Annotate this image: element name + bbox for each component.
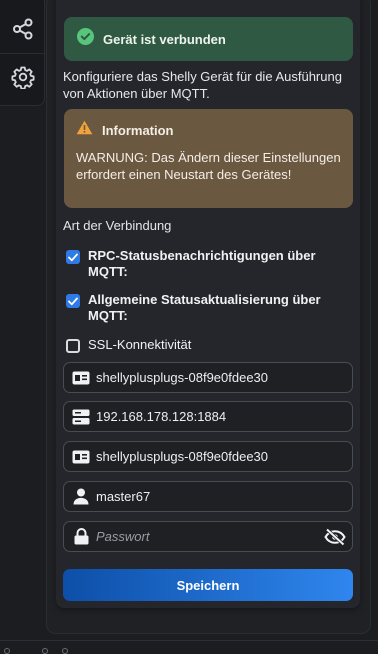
share-button[interactable]	[0, 9, 45, 53]
status-message: Gerät ist verbunden	[103, 31, 226, 47]
client-id-field[interactable]: shellyplusplugs-08f9e0fdee30	[63, 362, 353, 393]
share-icon	[12, 18, 34, 45]
connection-type-label: Art der Verbindung	[63, 218, 172, 233]
server-value: 192.168.178.128:1884	[96, 409, 227, 424]
rpc-status-checkbox[interactable]	[66, 250, 80, 264]
server-field[interactable]: 192.168.178.128:1884	[63, 401, 353, 432]
id-card-icon	[71, 368, 91, 388]
rail-divider	[0, 53, 45, 54]
side-rail	[0, 0, 45, 106]
topic-prefix-field[interactable]: shellyplusplugs-08f9e0fdee30	[63, 441, 353, 472]
general-status-option[interactable]: Allgemeine Statusaktualisierung über MQT…	[66, 292, 338, 324]
server-icon	[71, 407, 91, 427]
rpc-status-option[interactable]: RPC-Statusbenachrichtigungen über MQTT:	[66, 248, 338, 280]
ssl-label: SSL-Konnektivität	[88, 337, 192, 352]
lock-icon	[71, 527, 91, 547]
eye-slash-icon[interactable]	[324, 527, 346, 547]
user-field[interactable]: master67	[63, 481, 353, 512]
save-button[interactable]: Speichern	[63, 569, 353, 601]
info-body: WARNUNG: Das Ändern dieser Einstellungen…	[76, 150, 341, 182]
user-value: master67	[96, 489, 151, 504]
status-banner: Gerät ist verbunden	[64, 17, 353, 61]
settings-button[interactable]	[0, 57, 45, 101]
gear-icon	[11, 65, 35, 94]
partial-icon	[62, 648, 68, 654]
client-id-value: shellyplusplugs-08f9e0fdee30	[96, 370, 269, 385]
general-status-label: Allgemeine Statusaktualisierung über MQT…	[88, 292, 321, 323]
password-input[interactable]	[96, 529, 316, 544]
general-status-checkbox[interactable]	[66, 294, 80, 308]
bottom-toolbar-fragment	[0, 646, 378, 654]
info-banner: Information WARNUNG: Das Ändern dieser E…	[64, 109, 353, 208]
user-icon	[71, 487, 91, 507]
info-title: Information	[102, 122, 174, 138]
warning-icon	[76, 120, 93, 140]
bottom-divider	[0, 640, 378, 641]
password-field[interactable]	[63, 521, 353, 552]
ssl-option[interactable]: SSL-Konnektivität	[66, 337, 338, 353]
partial-icon	[42, 648, 48, 654]
partial-icon	[4, 648, 10, 654]
ssl-checkbox[interactable]	[66, 339, 80, 353]
rpc-status-label: RPC-Statusbenachrichtigungen über MQTT:	[88, 248, 316, 279]
topic-prefix-value: shellyplusplugs-08f9e0fdee30	[96, 449, 269, 464]
id-card-icon	[71, 447, 91, 467]
check-circle-icon	[77, 28, 94, 50]
description-text: Konfiguriere das Shelly Gerät für die Au…	[63, 69, 342, 101]
